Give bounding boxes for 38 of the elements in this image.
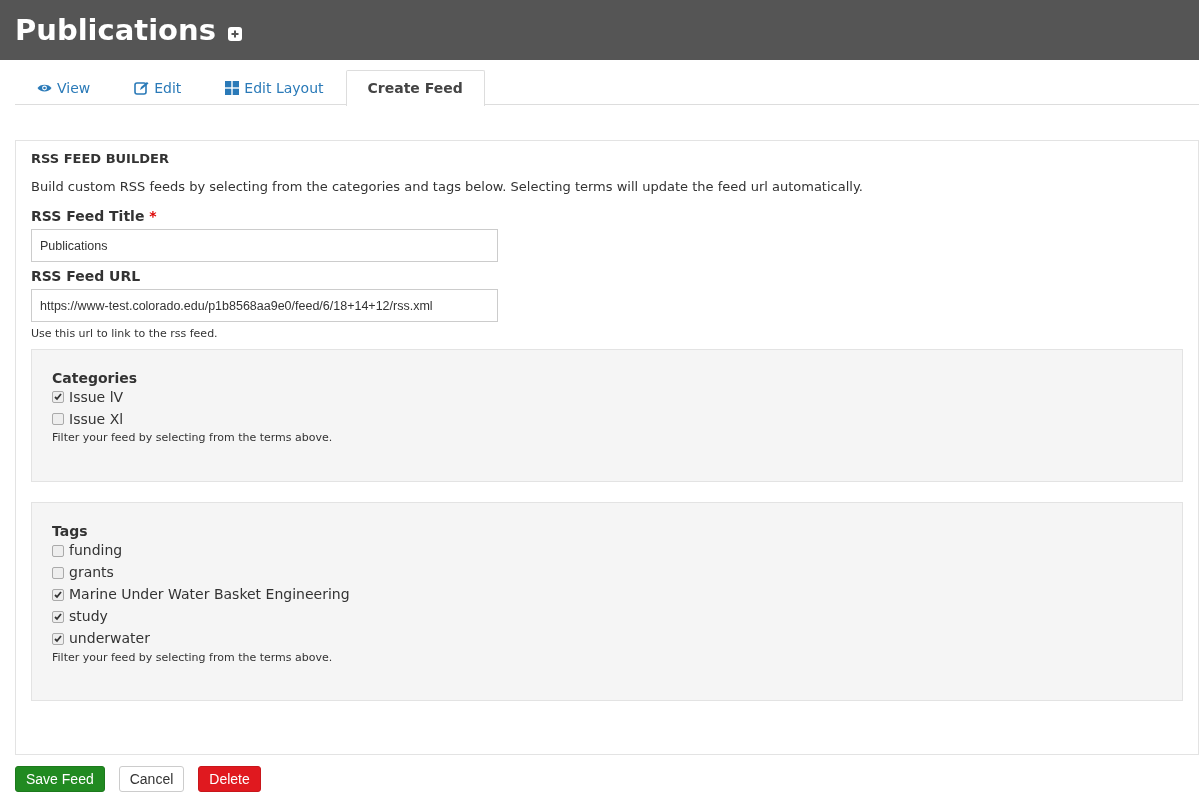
checkbox[interactable]	[52, 632, 64, 645]
checkbox-label: study	[69, 607, 108, 627]
edit-icon	[134, 81, 150, 95]
checkbox[interactable]	[52, 413, 64, 426]
group-heading: Tags	[52, 522, 89, 540]
eye-icon	[37, 83, 52, 93]
checkbox-label: Issue lV	[69, 387, 124, 407]
checkbox[interactable]	[52, 610, 64, 623]
tab[interactable]: View	[15, 70, 113, 105]
help-text: Use this url to link to the rss feed.	[31, 326, 219, 343]
checkbox-label: funding	[69, 541, 123, 561]
intro-text: Build custom RSS feeds by selecting from the categories and tags below. Selecting terms will update the feed url automatically.	[31, 177, 864, 196]
field-label: RSS Feed URL	[31, 268, 141, 285]
delete-button[interactable]: Delete	[198, 766, 261, 793]
group-heading: Categories	[52, 369, 139, 387]
save-button[interactable]: Save Feed	[15, 766, 105, 793]
page-title: Publications	[15, 12, 216, 48]
checkbox-label: grants	[69, 563, 114, 583]
section-heading: RSS FEED BUILDER	[31, 151, 170, 167]
checkbox[interactable]	[52, 588, 64, 601]
checkbox[interactable]	[52, 544, 64, 557]
checkbox-label: underwater	[69, 629, 150, 649]
checkbox-label: Issue Xl	[69, 409, 124, 429]
cancel-button[interactable]: Cancel	[118, 766, 185, 793]
tab[interactable]: Edit	[112, 70, 204, 105]
checkbox-label: Marine Under Water Basket Engineering	[69, 585, 350, 605]
checkbox[interactable]	[52, 391, 64, 404]
title-field[interactable]: Publications	[31, 229, 498, 263]
url-field[interactable]: https://www-test.colorado.edu/p1b8568aa9e0/feed/6/18+14+12/rss.xml	[31, 289, 498, 323]
grid-icon	[225, 81, 240, 95]
plus-icon[interactable]	[227, 27, 242, 41]
field-label: RSS Feed Title	[31, 208, 145, 225]
help-text: Filter your feed by selecting from the terms above.	[52, 430, 334, 447]
checkbox[interactable]	[52, 566, 64, 579]
tab[interactable]: Create Feed	[345, 70, 485, 106]
required-mark: *	[149, 208, 157, 225]
help-text: Filter your feed by selecting from the terms above.	[52, 649, 334, 666]
tab[interactable]: Edit Layout	[203, 70, 346, 105]
